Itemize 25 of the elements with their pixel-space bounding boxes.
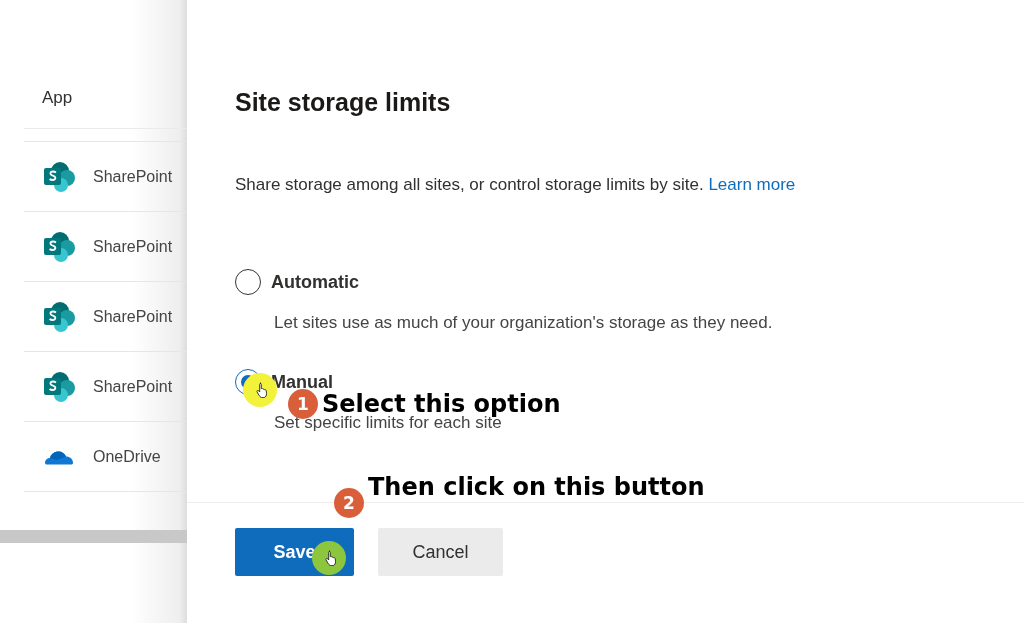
dialog-title: Site storage limits [235,88,451,117]
app-row[interactable]: SharePoint [24,281,187,351]
hand-cursor-icon [325,550,337,566]
app-row[interactable]: SharePoint [24,211,187,281]
app-row[interactable]: SharePoint [24,351,187,421]
option-description: Let sites use as much of your organization's storage as they need. [274,313,774,333]
option-label: Automatic [271,271,359,293]
app-row[interactable]: SharePoint [24,141,187,211]
hand-cursor-icon [256,382,268,398]
description-text: Share storage among all sites, or control storage limits by site. Learn more [235,175,796,195]
app-name: SharePoint [93,377,173,396]
cancel-button[interactable]: Cancel [378,528,503,576]
column-header: App [42,88,73,108]
app-name: SharePoint [93,237,173,256]
app-name: OneDrive [93,447,161,466]
app-name: SharePoint [93,307,173,326]
sharepoint-icon [42,370,76,403]
scrollbar[interactable] [0,530,187,543]
sharepoint-icon [42,230,76,263]
learn-more-link[interactable]: Learn more [708,175,796,194]
radio-button[interactable] [235,269,261,295]
sharepoint-icon [42,160,76,193]
app-name: SharePoint [93,167,173,186]
sharepoint-icon [42,300,76,333]
callout-text: Then click on this button [368,473,705,501]
